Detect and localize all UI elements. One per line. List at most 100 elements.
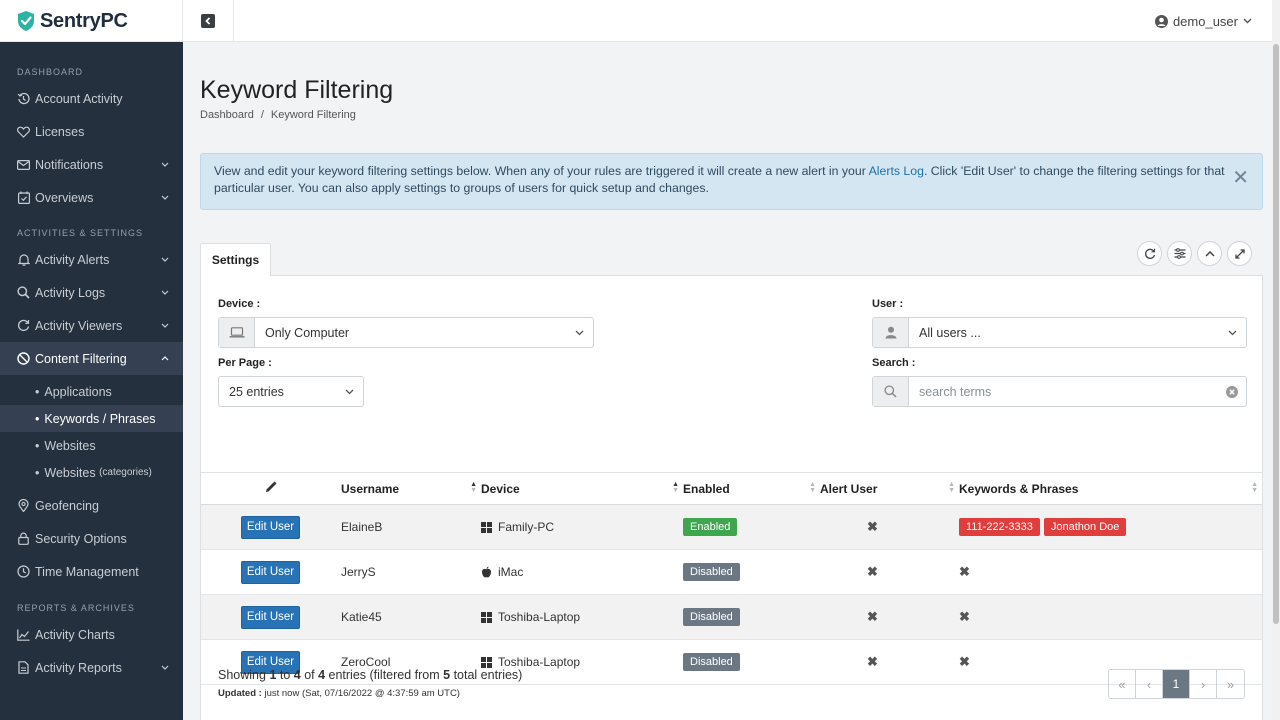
search-label: Search : (872, 357, 916, 369)
submenu-label: Websites (44, 465, 96, 480)
sidebar-item-label: Activity Alerts (35, 252, 110, 267)
brand-name: SentryPC (40, 9, 128, 32)
sidebar-item-label: Notifications (35, 157, 104, 172)
submenu-label: Keywords / Phrases (44, 411, 156, 426)
sidebar-item-geofencing[interactable]: Geofencing (0, 489, 183, 522)
submenu-item-applications[interactable]: • Applications (0, 378, 183, 405)
table-header-row: Username ▲ ▼ Device ▲ ▼ Enabled ▲ ▼ Alert User… (201, 472, 1262, 505)
prev-page-button[interactable]: ‹ (1136, 670, 1163, 698)
table-row: Edit User JerryS iMac Disabled ✖ ✖ (201, 549, 1262, 595)
device-select-value: Only Computer (265, 325, 350, 340)
x-icon: ✖ (867, 609, 878, 624)
section-title-activities: ACTIVITIES & SETTINGS (17, 228, 144, 238)
chevron-down-icon (161, 290, 169, 295)
last-page-button[interactable]: » (1217, 670, 1244, 698)
first-page-button[interactable]: « (1109, 670, 1136, 698)
sidebar-item-security-options[interactable]: Security Options (0, 522, 183, 555)
alerts-log-link[interactable]: Alerts Log (869, 164, 924, 178)
username-cell: ElaineB (341, 504, 481, 550)
column-header-label: Enabled (683, 481, 730, 496)
shield-logo-icon (16, 10, 36, 32)
sidebar-item-label: Account Activity (35, 91, 123, 106)
logo[interactable]: SentryPC (0, 0, 183, 42)
column-header-label: Keywords & Phrases (959, 481, 1079, 496)
edit-user-button[interactable]: Edit User (241, 515, 300, 539)
chevron-down-icon (335, 389, 363, 395)
sidebar-item-activity-logs[interactable]: Activity Logs (0, 276, 183, 309)
table-info: Showing 1 to 4 of 4 entries (filtered fr… (218, 668, 522, 699)
sidebar-item-activity-reports[interactable]: Activity Reports (0, 651, 183, 684)
search-icon (17, 286, 30, 299)
column-header-alert-user[interactable]: Alert User ▲ ▼ (820, 472, 959, 505)
page-title: Keyword Filtering (200, 76, 394, 104)
sidebar-item-overviews[interactable]: Overviews (0, 181, 183, 214)
edit-user-button[interactable]: Edit User (241, 605, 300, 629)
sidebar-item-account-activity[interactable]: Account Activity (0, 82, 183, 115)
submenu-item-websites-categories[interactable]: • Websites (categories) (0, 459, 183, 486)
scrollbar-thumb[interactable] (1273, 44, 1279, 624)
pagination: « ‹ 1 › » (1108, 669, 1245, 699)
column-header-enabled[interactable]: Enabled ▲ ▼ (683, 472, 820, 505)
username-cell: Katie45 (341, 594, 481, 640)
main-content: Keyword Filtering Dashboard / Keyword Fi… (183, 42, 1272, 720)
sidebar-item-label: Content Filtering (35, 351, 127, 366)
fullscreen-button[interactable] (1227, 241, 1252, 266)
sidebar-item-activity-charts[interactable]: Activity Charts (0, 618, 183, 651)
updated-text: Updated : just now (Sat, 07/16/2022 @ 4:… (218, 688, 460, 699)
breadcrumb-dashboard-link[interactable]: Dashboard (200, 109, 254, 121)
x-icon: ✖ (867, 564, 878, 579)
clear-search-icon[interactable] (1218, 385, 1246, 398)
sidebar-item-activity-alerts[interactable]: Activity Alerts (0, 243, 183, 276)
sidebar-item-label: Activity Charts (35, 627, 115, 642)
x-icon: ✖ (959, 654, 970, 669)
close-icon[interactable]: ✕ (1232, 168, 1249, 188)
chevron-down-icon (161, 323, 169, 328)
ban-icon (17, 352, 30, 365)
info-alert: View and edit your keyword filtering set… (200, 153, 1263, 210)
options-button[interactable] (1167, 241, 1192, 266)
device-name: Toshiba-Laptop (498, 610, 581, 624)
collapse-panel-button[interactable] (1197, 241, 1222, 266)
next-page-button[interactable]: › (1190, 670, 1217, 698)
chevron-left-icon (201, 14, 215, 28)
search-input[interactable]: search terms (872, 376, 1247, 407)
table-row: Edit User ElaineB Family-PC Enabled ✖ 11… (201, 504, 1262, 550)
x-icon: ✖ (867, 519, 878, 534)
bullet-icon: • (35, 465, 40, 480)
page-1-button[interactable]: 1 (1163, 670, 1190, 698)
status-badge: Disabled (683, 563, 740, 581)
device-name: iMac (498, 565, 524, 579)
column-header-username[interactable]: Username ▲ ▼ (341, 472, 481, 505)
device-select[interactable]: Only Computer (218, 317, 594, 348)
sidebar-item-time-management[interactable]: Time Management (0, 555, 183, 588)
sidebar: DASHBOARD Account Activity Licenses Noti… (0, 42, 183, 720)
section-title-reports: REPORTS & ARCHIVES (17, 603, 135, 613)
user-menu[interactable]: demo_user (1154, 0, 1252, 42)
refresh-button[interactable] (1137, 241, 1162, 266)
edit-user-button[interactable]: Edit User (241, 560, 300, 584)
scrollbar[interactable] (1272, 0, 1280, 720)
submenu-item-keywords[interactable]: • Keywords / Phrases (0, 405, 183, 432)
sidebar-item-content-filtering[interactable]: Content Filtering (0, 342, 183, 375)
user-circle-icon (1154, 14, 1168, 28)
x-icon: ✖ (867, 654, 878, 669)
perpage-select[interactable]: 25 entries (218, 376, 364, 407)
submenu-label: Websites (44, 438, 96, 453)
column-header-label: Device (481, 481, 520, 496)
device-label: Device : (218, 298, 261, 310)
keyword-table: Username ▲ ▼ Device ▲ ▼ Enabled ▲ ▼ Alert User… (201, 472, 1262, 685)
sidebar-item-licenses[interactable]: Licenses (0, 115, 183, 148)
refresh-icon (1144, 248, 1156, 260)
column-header-device[interactable]: Device ▲ ▼ (481, 472, 683, 505)
tab-settings[interactable]: Settings (200, 243, 271, 276)
user-select[interactable]: All users ... (872, 317, 1247, 348)
perpage-label: Per Page : (218, 357, 272, 369)
file-icon (17, 661, 30, 674)
sidebar-item-activity-viewers[interactable]: Activity Viewers (0, 309, 183, 342)
column-header-keywords[interactable]: Keywords & Phrases ▲ ▼ (959, 472, 1262, 505)
clock-icon (17, 565, 30, 578)
breadcrumb-current: Keyword Filtering (270, 109, 356, 121)
submenu-item-websites[interactable]: • Websites (0, 432, 183, 459)
sidebar-item-notifications[interactable]: Notifications (0, 148, 183, 181)
sidebar-toggle-button[interactable] (183, 0, 234, 42)
